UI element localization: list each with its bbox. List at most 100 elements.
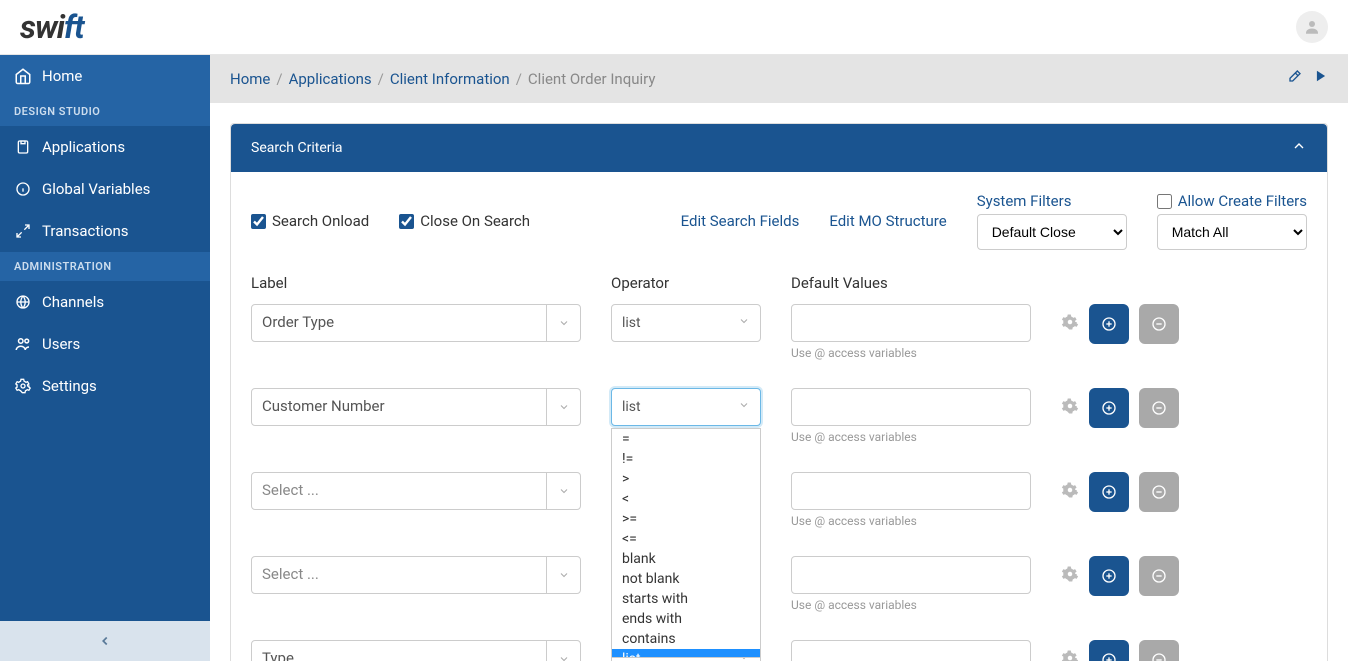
criteria-row: Customer Numberlist=!=><>=<=blanknot bla… bbox=[251, 388, 1307, 444]
add-row-button[interactable] bbox=[1089, 640, 1129, 661]
sidebar-collapse-button[interactable] bbox=[0, 621, 210, 661]
default-value-input[interactable] bbox=[791, 472, 1031, 510]
operator-option[interactable]: list bbox=[612, 649, 760, 658]
operator-select-value: list bbox=[622, 399, 641, 415]
sidebar-item-transactions[interactable]: Transactions bbox=[0, 210, 210, 252]
remove-row-button[interactable] bbox=[1139, 556, 1179, 596]
default-value-input[interactable] bbox=[791, 640, 1031, 661]
sidebar-item-settings[interactable]: Settings bbox=[0, 365, 210, 407]
label-select[interactable]: Select ... bbox=[251, 472, 581, 510]
sidebar-item-global-variables[interactable]: Global Variables bbox=[0, 168, 210, 210]
operator-option[interactable]: > bbox=[612, 469, 760, 489]
info-icon bbox=[14, 180, 32, 198]
criteria-row: Select ... Use @ access variables bbox=[251, 556, 1307, 612]
default-value-column: Use @ access variables bbox=[791, 640, 1031, 661]
avatar[interactable] bbox=[1296, 11, 1328, 43]
panel-header[interactable]: Search Criteria bbox=[231, 124, 1327, 172]
label-select[interactable]: Customer Number bbox=[251, 388, 581, 426]
play-icon[interactable] bbox=[1314, 69, 1328, 89]
sidebar-item-label: Settings bbox=[42, 377, 97, 395]
breadcrumb-link[interactable]: Applications bbox=[289, 70, 372, 88]
row-actions bbox=[1061, 640, 1179, 661]
operator-select[interactable]: list bbox=[611, 304, 761, 342]
default-value-input[interactable] bbox=[791, 304, 1031, 342]
label-select[interactable]: Type bbox=[251, 640, 581, 661]
edit-icon[interactable] bbox=[1286, 69, 1302, 89]
sidebar-item-label: Applications bbox=[42, 138, 125, 156]
row-actions bbox=[1061, 556, 1179, 596]
system-filters-group: System Filters Default Close bbox=[977, 192, 1127, 250]
label-select-value: Select ... bbox=[252, 473, 546, 509]
row-settings-button[interactable] bbox=[1061, 397, 1079, 420]
row-settings-button[interactable] bbox=[1061, 565, 1079, 588]
breadcrumb-link[interactable]: Home bbox=[230, 70, 270, 88]
chevron-down-icon bbox=[546, 641, 580, 661]
sidebar-item-home[interactable]: Home bbox=[0, 55, 210, 97]
operator-option[interactable]: ends with bbox=[612, 609, 760, 629]
chevron-up-icon bbox=[1291, 138, 1307, 158]
allow-create-filters-input[interactable] bbox=[1157, 194, 1172, 209]
chevron-down-icon bbox=[546, 389, 580, 425]
operator-option[interactable]: != bbox=[612, 449, 760, 469]
chevron-left-icon bbox=[98, 634, 112, 648]
remove-row-button[interactable] bbox=[1139, 388, 1179, 428]
close-on-search-input[interactable] bbox=[399, 214, 414, 229]
sidebar-item-label: Transactions bbox=[42, 222, 129, 240]
row-settings-button[interactable] bbox=[1061, 649, 1079, 661]
users-icon bbox=[14, 335, 32, 353]
system-filters-select[interactable]: Default Close bbox=[977, 214, 1127, 250]
operator-option[interactable]: not blank bbox=[612, 569, 760, 589]
close-on-search-checkbox[interactable]: Close On Search bbox=[399, 212, 530, 230]
sidebar-item-label: Global Variables bbox=[42, 180, 150, 198]
chevron-down-icon bbox=[738, 399, 750, 415]
operator-option[interactable]: >= bbox=[612, 509, 760, 529]
breadcrumb-link[interactable]: Client Information bbox=[390, 70, 510, 88]
add-row-button[interactable] bbox=[1089, 304, 1129, 344]
criteria-row: Select ...Use @ access variables bbox=[251, 472, 1307, 528]
allow-create-filters-checkbox[interactable]: Allow Create Filters bbox=[1157, 192, 1307, 210]
match-select[interactable]: Match All bbox=[1157, 214, 1307, 250]
operator-select[interactable]: list bbox=[611, 388, 761, 426]
edit-search-fields-link[interactable]: Edit Search Fields bbox=[681, 212, 800, 230]
sidebar-item-users[interactable]: Users bbox=[0, 323, 210, 365]
operator-option[interactable]: blank bbox=[612, 549, 760, 569]
add-row-button[interactable] bbox=[1089, 556, 1129, 596]
column-operator-header: Operator bbox=[611, 274, 761, 292]
topbar: swift bbox=[0, 0, 1348, 55]
add-row-button[interactable] bbox=[1089, 388, 1129, 428]
operator-option[interactable]: <= bbox=[612, 529, 760, 549]
search-onload-input[interactable] bbox=[251, 214, 266, 229]
sidebar-section: ADMINISTRATION bbox=[0, 252, 210, 281]
globe-icon bbox=[14, 293, 32, 311]
sidebar-item-label: Channels bbox=[42, 293, 104, 311]
default-value-input[interactable] bbox=[791, 388, 1031, 426]
column-default-header: Default Values bbox=[791, 274, 1031, 292]
operator-option[interactable]: = bbox=[612, 429, 760, 449]
clipboard-icon bbox=[14, 138, 32, 156]
hint-text: Use @ access variables bbox=[791, 598, 1031, 612]
operator-option[interactable]: starts with bbox=[612, 589, 760, 609]
search-criteria-panel: Search Criteria Search Onload Close On bbox=[230, 123, 1328, 661]
hint-text: Use @ access variables bbox=[791, 346, 1031, 360]
remove-row-button[interactable] bbox=[1139, 640, 1179, 661]
default-value-column: Use @ access variables bbox=[791, 388, 1031, 444]
operator-option[interactable]: contains bbox=[612, 629, 760, 649]
home-icon bbox=[14, 67, 32, 85]
user-icon bbox=[1303, 18, 1321, 36]
label-select[interactable]: Select ... bbox=[251, 556, 581, 594]
default-value-column: Use @ access variables bbox=[791, 556, 1031, 612]
remove-row-button[interactable] bbox=[1139, 304, 1179, 344]
remove-row-button[interactable] bbox=[1139, 472, 1179, 512]
label-select[interactable]: Order Type bbox=[251, 304, 581, 342]
row-settings-button[interactable] bbox=[1061, 313, 1079, 336]
row-settings-button[interactable] bbox=[1061, 481, 1079, 504]
sidebar-item-applications[interactable]: Applications bbox=[0, 126, 210, 168]
add-row-button[interactable] bbox=[1089, 472, 1129, 512]
criteria-row: Type Use @ access variables bbox=[251, 640, 1307, 661]
sidebar-item-channels[interactable]: Channels bbox=[0, 281, 210, 323]
default-value-input[interactable] bbox=[791, 556, 1031, 594]
operator-option[interactable]: < bbox=[612, 489, 760, 509]
edit-mo-structure-link[interactable]: Edit MO Structure bbox=[829, 212, 946, 230]
search-onload-checkbox[interactable]: Search Onload bbox=[251, 212, 369, 230]
hint-text: Use @ access variables bbox=[791, 430, 1031, 444]
